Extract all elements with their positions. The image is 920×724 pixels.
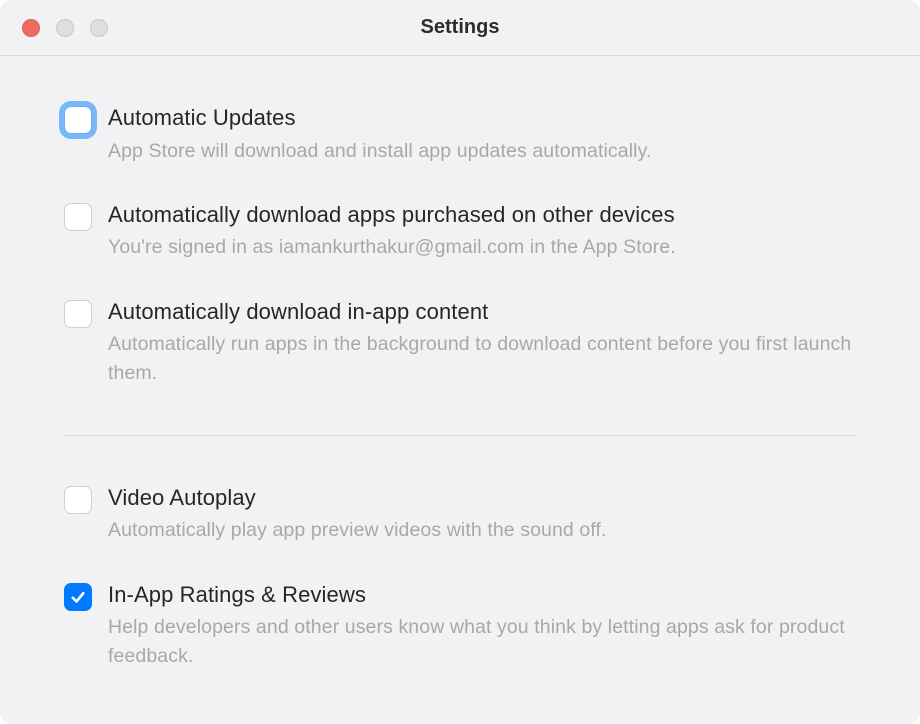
checkbox-video-autoplay[interactable] bbox=[64, 486, 92, 514]
setting-text: Video Autoplay Automatically play app pr… bbox=[108, 484, 856, 545]
checkbox-inapp-ratings-reviews[interactable] bbox=[64, 583, 92, 611]
setting-desc: You're signed in as iamankurthakur@gmail… bbox=[108, 233, 856, 261]
setting-text: Automatically download apps purchased on… bbox=[108, 201, 856, 262]
setting-text: In-App Ratings & Reviews Help developers… bbox=[108, 581, 856, 670]
setting-auto-download-inapp-content: Automatically download in-app content Au… bbox=[64, 298, 856, 387]
setting-desc: Automatically play app preview videos wi… bbox=[108, 516, 856, 544]
checkmark-icon bbox=[69, 588, 87, 606]
setting-automatic-updates: Automatic Updates App Store will downloa… bbox=[64, 104, 856, 165]
settings-content: Automatic Updates App Store will downloa… bbox=[0, 56, 920, 724]
setting-label: Automatic Updates bbox=[108, 104, 856, 133]
close-button[interactable] bbox=[22, 19, 40, 37]
settings-window: Settings Automatic Updates App Store wil… bbox=[0, 0, 920, 724]
traffic-lights bbox=[22, 19, 108, 37]
window-title: Settings bbox=[0, 16, 920, 39]
setting-label: Video Autoplay bbox=[108, 484, 856, 513]
checkbox-auto-download-inapp-content[interactable] bbox=[64, 300, 92, 328]
setting-desc: App Store will download and install app … bbox=[108, 137, 856, 165]
setting-label: Automatically download in-app content bbox=[108, 298, 856, 327]
setting-label: In-App Ratings & Reviews bbox=[108, 581, 856, 610]
setting-inapp-ratings-reviews: In-App Ratings & Reviews Help developers… bbox=[64, 581, 856, 670]
divider bbox=[64, 435, 856, 436]
setting-label: Automatically download apps purchased on… bbox=[108, 201, 856, 230]
setting-desc: Automatically run apps in the background… bbox=[108, 330, 856, 387]
setting-auto-download-other-devices: Automatically download apps purchased on… bbox=[64, 201, 856, 262]
setting-video-autoplay: Video Autoplay Automatically play app pr… bbox=[64, 484, 856, 545]
minimize-button[interactable] bbox=[56, 19, 74, 37]
maximize-button[interactable] bbox=[90, 19, 108, 37]
setting-desc: Help developers and other users know wha… bbox=[108, 613, 856, 670]
setting-text: Automatically download in-app content Au… bbox=[108, 298, 856, 387]
setting-text: Automatic Updates App Store will downloa… bbox=[108, 104, 856, 165]
titlebar: Settings bbox=[0, 0, 920, 56]
checkbox-automatic-updates[interactable] bbox=[64, 106, 92, 134]
checkbox-auto-download-other-devices[interactable] bbox=[64, 203, 92, 231]
